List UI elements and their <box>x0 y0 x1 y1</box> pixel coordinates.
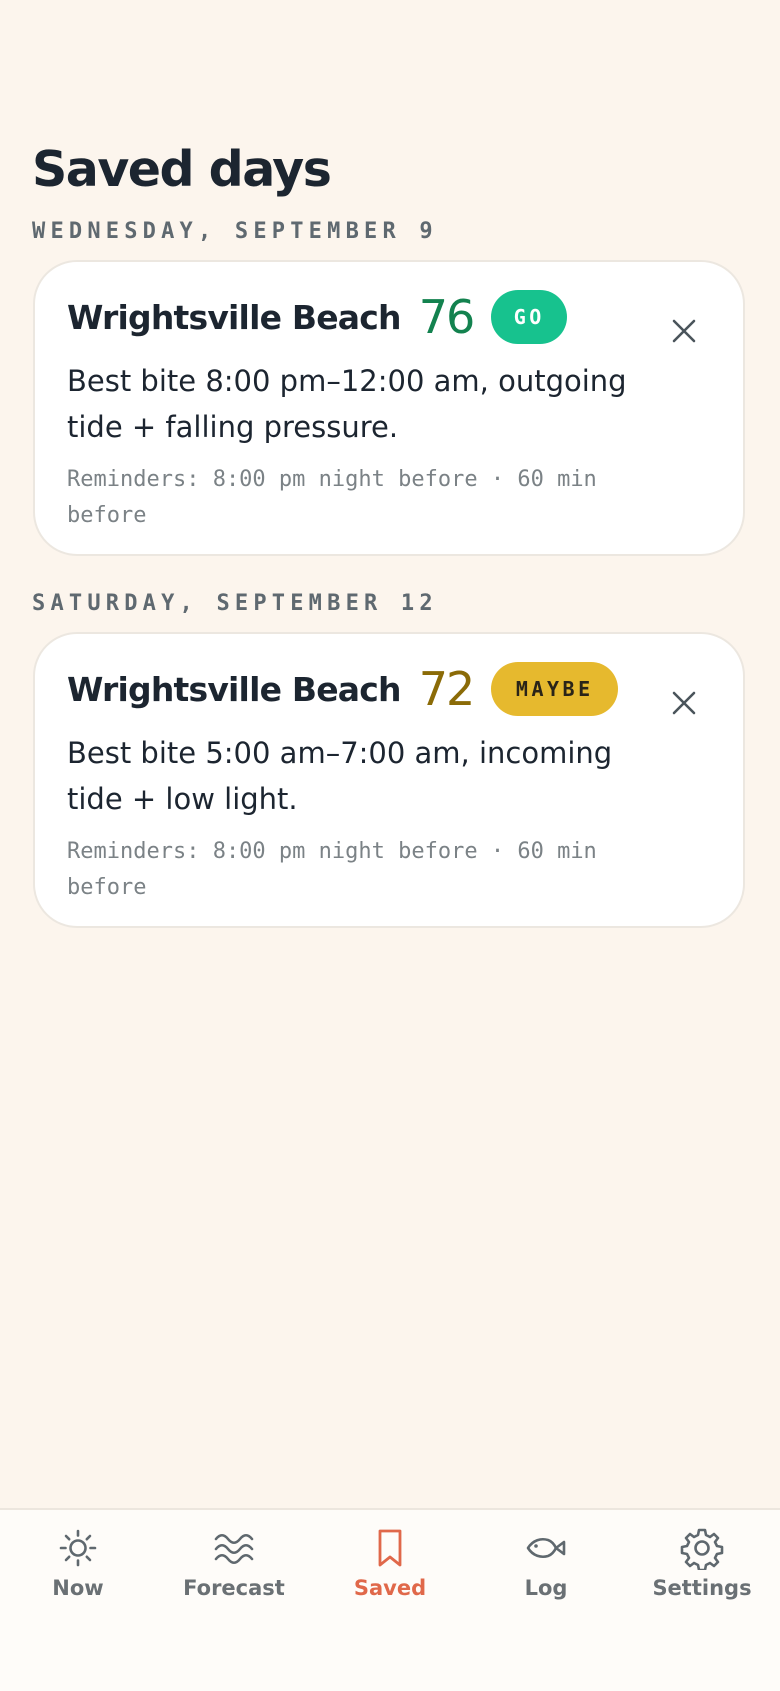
nav-tab-settings[interactable]: Settings <box>624 1526 780 1626</box>
nav-tab-log[interactable]: Log <box>468 1526 624 1626</box>
waves-icon <box>214 1533 254 1565</box>
nav-label-forecast: Forecast <box>183 1576 285 1600</box>
close-icon[interactable] <box>667 314 701 348</box>
nav-label-now: Now <box>52 1576 104 1600</box>
card-header: Wrightsville Beach 72 MAYBE <box>67 660 619 718</box>
nav-tab-saved[interactable]: Saved <box>312 1526 468 1626</box>
page-title: Saved days <box>32 141 332 198</box>
bite-summary: Best bite 5:00 am–7:00 am, incoming tide… <box>67 736 613 816</box>
bite-score: 72 <box>418 662 476 716</box>
nav-tab-forecast[interactable]: Forecast <box>156 1526 312 1626</box>
saved-day-card[interactable]: Wrightsville Beach 72 MAYBE Best bite 5:… <box>33 632 745 928</box>
saved-days-screen: Saved days WEDNESDAY, SEPTEMBER 9 Wright… <box>0 0 780 1691</box>
bite-summary: Best bite 8:00 pm–12:00 am, outgoing tid… <box>67 364 627 444</box>
spot-name: Wrightsville Beach <box>67 669 402 709</box>
bite-score: 76 <box>418 290 476 344</box>
sun-icon <box>59 1529 97 1567</box>
fish-icon <box>526 1537 566 1559</box>
bottom-nav: Now Forecast Saved Log Settings <box>0 1508 780 1691</box>
nav-label-log: Log <box>524 1576 568 1600</box>
date-header: WEDNESDAY, SEPTEMBER 9 <box>32 219 438 244</box>
close-icon[interactable] <box>667 686 701 720</box>
date-header: SATURDAY, SEPTEMBER 12 <box>32 591 438 616</box>
nav-tab-now[interactable]: Now <box>0 1526 156 1626</box>
status-badge: GO <box>491 290 568 344</box>
saved-day-card[interactable]: Wrightsville Beach 76 GO Best bite 8:00 … <box>33 260 745 556</box>
nav-label-settings: Settings <box>652 1576 752 1600</box>
spot-name: Wrightsville Beach <box>67 297 402 337</box>
gear-icon <box>680 1528 724 1570</box>
card-header: Wrightsville Beach 76 GO <box>67 288 568 346</box>
reminders-text: Reminders: 8:00 pm night before · 60 min… <box>67 467 597 528</box>
reminders-text: Reminders: 8:00 pm night before · 60 min… <box>67 839 597 900</box>
bookmark-icon <box>378 1529 402 1567</box>
nav-label-saved: Saved <box>353 1576 427 1600</box>
status-badge: MAYBE <box>491 662 619 716</box>
